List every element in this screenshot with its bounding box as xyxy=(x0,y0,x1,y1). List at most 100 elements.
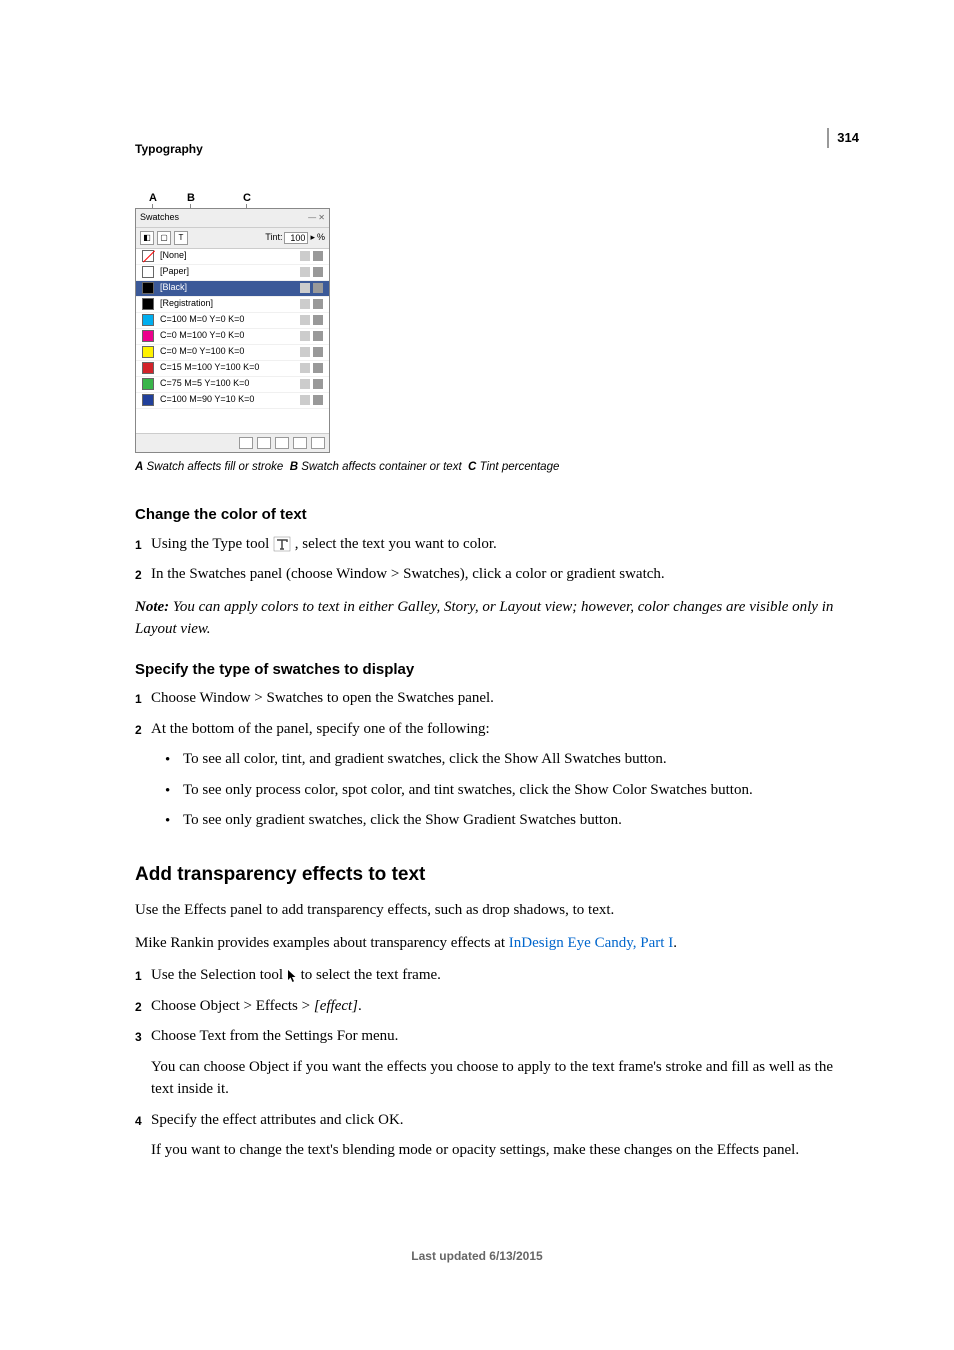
step-3: 3 Choose Text from the Settings For menu… xyxy=(135,1025,859,1101)
panel-tab-label: Swatches xyxy=(140,211,179,225)
step-number: 1 xyxy=(135,687,151,708)
panel-footer xyxy=(136,433,329,452)
heading-transparency: Add transparency effects to text xyxy=(135,861,859,890)
swatch-row[interactable]: [Registration] xyxy=(136,297,329,313)
swatch-row[interactable]: C=100 M=90 Y=10 K=0 xyxy=(136,393,329,409)
step-text-pre: Use the Selection tool xyxy=(151,967,287,983)
heading-specify-swatches: Specify the type of swatches to display xyxy=(135,659,859,682)
page-number: 314 xyxy=(827,128,859,148)
swatch-list: [None] [Paper] [Black] [Registration] C=100 … xyxy=(136,249,329,434)
paragraph: Mike Rankin provides examples about tran… xyxy=(135,932,859,955)
tint-arrow-icon: ▸ xyxy=(310,231,315,245)
swatch-name: C=100 M=0 Y=0 K=0 xyxy=(160,313,244,327)
swatch-name: C=15 M=100 Y=100 K=0 xyxy=(160,361,259,375)
swatch-type-icons xyxy=(300,283,323,293)
swatch-color-icon xyxy=(142,362,154,374)
page-footer: Last updated 6/13/2015 xyxy=(0,1247,954,1265)
swatch-row[interactable]: C=75 M=5 Y=100 K=0 xyxy=(136,377,329,393)
bullet-item: To see only gradient swatches, click the… xyxy=(165,809,859,833)
caption-c-text: Tint percentage xyxy=(480,461,560,473)
swatch-name: [Paper] xyxy=(160,265,189,279)
swatch-name: [None] xyxy=(160,249,187,263)
swatch-row[interactable]: [None] xyxy=(136,249,329,265)
step-2: 2 Choose Object > Effects > [effect]. xyxy=(135,995,859,1018)
swatch-type-icons xyxy=(300,267,323,277)
paragraph-text-pre: Mike Rankin provides examples about tran… xyxy=(135,935,509,951)
panel-callout-labels: A B C xyxy=(135,190,859,208)
step-text: Specify the effect attributes and click … xyxy=(151,1109,859,1132)
swatch-name: C=0 M=100 Y=0 K=0 xyxy=(160,329,244,343)
swatch-color-icon xyxy=(142,346,154,358)
selection-tool-icon xyxy=(287,969,297,983)
step-text: Choose Window > Swatches to open the Swa… xyxy=(151,687,859,710)
swatch-row[interactable]: [Paper] xyxy=(136,265,329,281)
paragraph: Use the Effects panel to add transparenc… xyxy=(135,899,859,922)
type-tool-icon xyxy=(273,536,291,552)
swatch-color-icon xyxy=(142,250,154,262)
bullet-text: To see all color, tint, and gradient swa… xyxy=(183,748,667,772)
swatch-type-icons xyxy=(300,363,323,373)
swatch-type-icons xyxy=(300,395,323,405)
swatch-type-icons xyxy=(300,251,323,261)
tint-control: Tint: ▸ % xyxy=(265,231,325,245)
step-number: 2 xyxy=(135,718,151,739)
step-2: 2 At the bottom of the panel, specify on… xyxy=(135,718,859,741)
tint-label: Tint: xyxy=(265,231,282,245)
step-1: 1 Use the Selection tool to select the t… xyxy=(135,964,859,987)
caption-c-label: C xyxy=(468,461,476,473)
step-number: 4 xyxy=(135,1109,151,1130)
swatch-name: [Black] xyxy=(160,281,187,295)
swatch-color-icon xyxy=(142,298,154,310)
step-effect-placeholder: [effect] xyxy=(314,998,358,1014)
step-subtext: You can choose Object if you want the ef… xyxy=(151,1056,859,1101)
step-text-post: . xyxy=(358,998,362,1014)
swatch-name: C=100 M=90 Y=10 K=0 xyxy=(160,393,254,407)
step-number: 1 xyxy=(135,964,151,985)
step-text-pre: Using the Type tool xyxy=(151,536,273,552)
swatch-row[interactable]: C=0 M=100 Y=0 K=0 xyxy=(136,329,329,345)
swatch-color-icon xyxy=(142,314,154,326)
caption-a-label: A xyxy=(135,461,143,473)
tint-input[interactable] xyxy=(284,232,308,244)
swatch-color-icon xyxy=(142,282,154,294)
note-label: Note: xyxy=(135,599,169,615)
swatch-name: [Registration] xyxy=(160,297,213,311)
show-gradient-icon xyxy=(275,437,289,449)
step-text: Choose Text from the Settings For menu. xyxy=(151,1025,859,1048)
step-number: 2 xyxy=(135,995,151,1016)
step-text: At the bottom of the panel, specify one … xyxy=(151,718,859,741)
swatch-row[interactable]: C=15 M=100 Y=100 K=0 xyxy=(136,361,329,377)
swatch-row[interactable]: C=0 M=0 Y=100 K=0 xyxy=(136,345,329,361)
show-all-icon xyxy=(239,437,253,449)
note: Note: You can apply colors to text in ei… xyxy=(135,596,859,641)
tint-unit: % xyxy=(317,231,325,245)
show-color-icon xyxy=(257,437,271,449)
swatch-row[interactable]: [Black] xyxy=(136,281,329,297)
swatch-row[interactable]: C=100 M=0 Y=0 K=0 xyxy=(136,313,329,329)
paragraph-text-post: . xyxy=(673,935,677,951)
note-body: You can apply colors to text in either G… xyxy=(135,599,833,638)
swatch-name: C=0 M=0 Y=100 K=0 xyxy=(160,345,244,359)
swatch-type-icons xyxy=(300,315,323,325)
bullet-text: To see only gradient swatches, click the… xyxy=(183,809,622,833)
panel-close-icon: — ✕ xyxy=(308,212,325,224)
swatch-type-icons xyxy=(300,379,323,389)
new-swatch-icon xyxy=(293,437,307,449)
step-number: 2 xyxy=(135,563,151,584)
swatch-type-icons xyxy=(300,347,323,357)
caption-b-text: Swatch affects container or text xyxy=(301,461,461,473)
figure-caption: A Swatch affects fill or stroke B Swatch… xyxy=(135,459,859,476)
step-text-post: to select the text frame. xyxy=(301,967,441,983)
bullet-text: To see only process color, spot color, a… xyxy=(183,779,753,803)
eye-candy-link[interactable]: InDesign Eye Candy, Part I xyxy=(509,935,673,951)
swatch-type-icons xyxy=(300,331,323,341)
swatch-name: C=75 M=5 Y=100 K=0 xyxy=(160,377,249,391)
swatch-color-icon xyxy=(142,394,154,406)
step-number: 1 xyxy=(135,533,151,554)
swatches-panel: Swatches — ✕ ◧ ▢ T Tint: ▸ % [None][Pape… xyxy=(135,208,330,453)
caption-a-text: Swatch affects fill or stroke xyxy=(147,461,284,473)
step-text: In the Swatches panel (choose Window > S… xyxy=(151,563,859,586)
swatch-type-icons xyxy=(300,299,323,309)
step-4: 4 Specify the effect attributes and clic… xyxy=(135,1109,859,1162)
step-1: 1 Using the Type tool , select the text … xyxy=(135,533,859,556)
